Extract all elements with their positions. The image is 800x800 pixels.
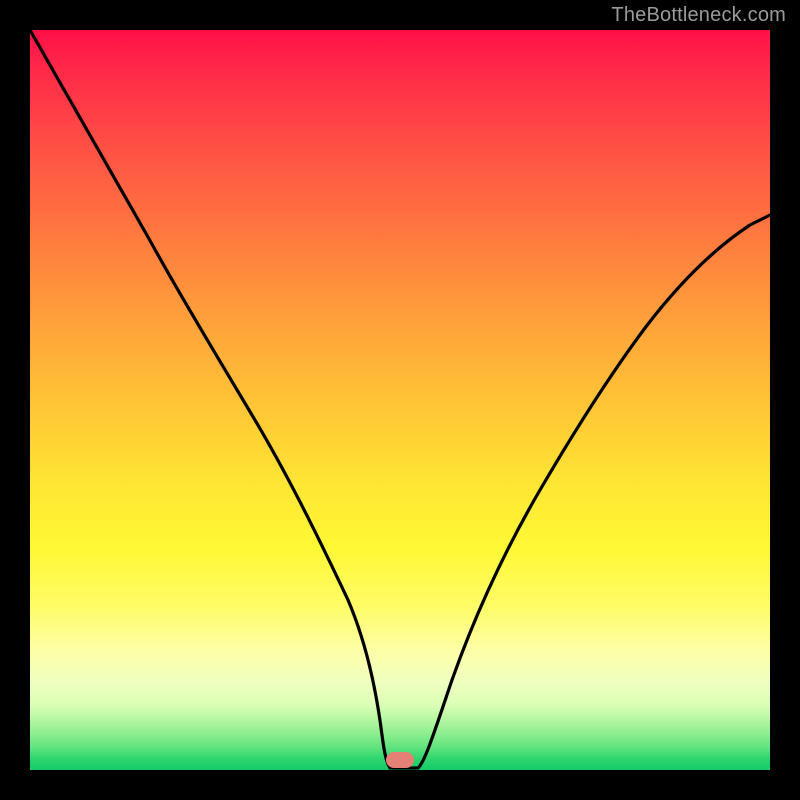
outer-frame: TheBottleneck.com — [0, 0, 800, 800]
curve-path — [30, 30, 770, 768]
watermark-text: TheBottleneck.com — [611, 4, 786, 27]
optimal-marker — [386, 752, 414, 768]
bottleneck-curve — [30, 30, 770, 770]
